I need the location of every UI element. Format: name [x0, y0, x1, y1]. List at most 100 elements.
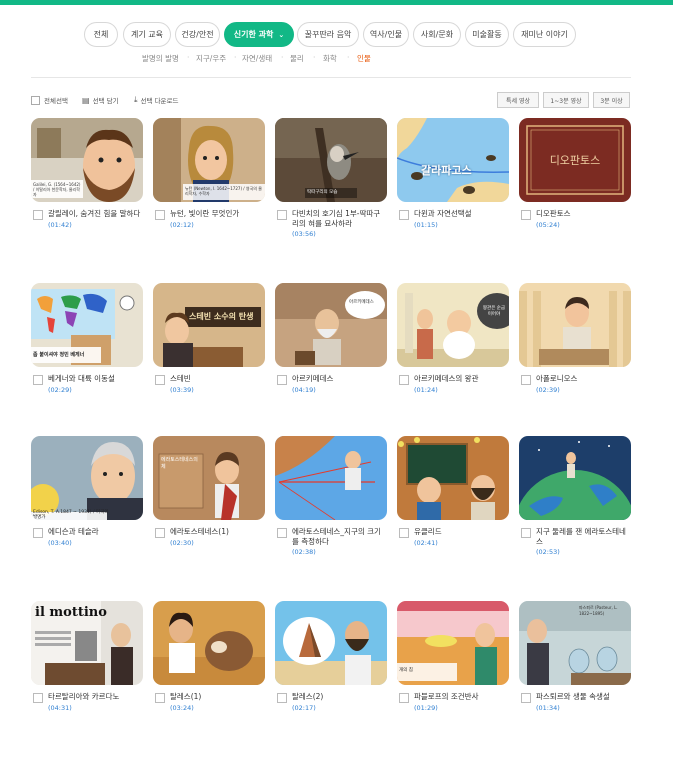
video-checkbox[interactable] [277, 210, 287, 220]
video-card[interactable]: 에라토스테네스_지구의 크기를 측정하다 (02:38) [275, 436, 387, 556]
video-checkbox[interactable] [33, 693, 43, 703]
subcategory-link[interactable]: 물리 [290, 53, 304, 64]
video-thumbnail[interactable]: 파스퇴르 (Pasteur, L. 1822~1895) [519, 601, 631, 685]
category-tab[interactable]: 재미난 이야기 [513, 22, 576, 47]
video-checkbox[interactable] [277, 375, 287, 385]
category-tab[interactable]: 꿀꾸딴라 음악 [297, 22, 359, 47]
video-card[interactable]: Galilei, G. (1564~1642) / 이탈리아 천문학자, 물리학… [31, 118, 143, 229]
filter-button[interactable]: 특세 영상 [497, 92, 539, 108]
video-title[interactable]: 에라토스테네스(1) [170, 527, 229, 537]
video-thumbnail[interactable]: 좀 붙이셔야 정민 베게너 [31, 283, 143, 367]
video-thumbnail[interactable]: 개의 침 [397, 601, 509, 685]
video-checkbox[interactable] [399, 375, 409, 385]
category-tab-active[interactable]: 신기한 과학 ⌄ [224, 22, 294, 47]
save-selected-button[interactable]: ▤ 선택 담기 [82, 94, 119, 106]
video-title[interactable]: 아폴로니오스 [536, 374, 577, 384]
video-thumbnail[interactable]: 에라토스테네스의 체 [153, 436, 265, 520]
video-checkbox[interactable] [521, 375, 531, 385]
video-thumbnail[interactable]: 디오판토스 [519, 118, 631, 202]
category-tab[interactable]: 전체 [84, 22, 118, 47]
video-title[interactable]: 타르탈리아와 카르다노 [48, 692, 119, 702]
video-title[interactable]: 아르키메데스의 왕관 [414, 374, 478, 384]
subcategory-link-active[interactable]: 인물 [357, 53, 371, 64]
select-all-control[interactable]: 전체선택 [31, 94, 68, 106]
video-card[interactable]: 스테빈 소수의 탄생 스테빈 (03:39) [153, 283, 265, 394]
category-tab[interactable]: 사회/문화 [413, 22, 461, 47]
download-selected-button[interactable]: ⤓ 선택 다운로드 [134, 94, 179, 106]
subcategory-link[interactable]: 지구/우주 [196, 53, 226, 64]
video-checkbox[interactable] [521, 528, 531, 538]
video-thumbnail[interactable]: 딱따구리의 모습 [275, 118, 387, 202]
video-card[interactable]: 아폴로니오스 (02:39) [519, 283, 631, 394]
video-title[interactable]: 다빈치의 호기심 1부-딱따구리의 혀를 묘사하라 [292, 209, 387, 229]
video-thumbnail[interactable]: 뉴턴 (Newton, I. 1642~1727) / 영국의 물리학자, 수학… [153, 118, 265, 202]
video-thumbnail[interactable]: 아르키메데스 [275, 283, 387, 367]
video-card[interactable]: 디오판토스 디오판토스 (05:24) [519, 118, 631, 229]
video-checkbox[interactable] [277, 693, 287, 703]
category-tab[interactable]: 건강/안전 [175, 22, 220, 47]
video-title[interactable]: 탈레스(1) [170, 692, 201, 702]
video-thumbnail[interactable]: 왕관은 순금이어야 [397, 283, 509, 367]
subcategory-link[interactable]: 화학 [323, 53, 337, 64]
filter-button[interactable]: 3분 이상 [593, 92, 630, 108]
category-tab[interactable]: 미술활동 [465, 22, 509, 47]
video-title[interactable]: 아르키메데스 [292, 374, 333, 384]
video-checkbox[interactable] [155, 528, 165, 538]
subcategory-link[interactable]: 발명의 발명 [142, 53, 179, 64]
subcategory-link[interactable]: 자연/생태 [242, 53, 272, 64]
video-checkbox[interactable] [155, 375, 165, 385]
video-checkbox[interactable] [399, 210, 409, 220]
video-thumbnail[interactable]: Edison, T. A.1847 ~ 1931) / 미국의 발명가 [31, 436, 143, 520]
video-card[interactable]: 좀 붙이셔야 정민 베게너 베게너와 대륙 이동설 (02:29) [31, 283, 143, 394]
video-thumbnail[interactable]: 갈라파고스 [397, 118, 509, 202]
video-card[interactable]: 지구 둘레를 잰 에라토스테네스 (02:53) [519, 436, 631, 556]
video-card[interactable]: 딱따구리의 모습 다빈치의 호기심 1부-딱따구리의 혀를 묘사하라 (03:5… [275, 118, 387, 238]
video-title[interactable]: 에라토스테네스_지구의 크기를 측정하다 [292, 527, 387, 547]
video-checkbox[interactable] [399, 528, 409, 538]
video-card[interactable]: 아르키메데스 아르키메데스 (04:19) [275, 283, 387, 394]
video-thumbnail[interactable] [275, 436, 387, 520]
video-thumbnail[interactable] [275, 601, 387, 685]
video-title[interactable]: 다윈과 자연선택설 [414, 209, 472, 219]
video-thumbnail[interactable]: Galilei, G. (1564~1642) / 이탈리아 천문학자, 물리학… [31, 118, 143, 202]
video-card[interactable]: 갈라파고스 다윈과 자연선택설 (01:15) [397, 118, 509, 229]
video-card[interactable]: 에라토스테네스의 체 에라토스테네스(1) (02:30) [153, 436, 265, 547]
video-checkbox[interactable] [521, 210, 531, 220]
category-tab[interactable]: 역사/인물 [363, 22, 409, 47]
video-title[interactable]: 유클리드 [414, 527, 442, 537]
video-card[interactable]: 탈레스(1) (03:24) [153, 601, 265, 712]
filter-button[interactable]: 1~3분 영상 [543, 92, 589, 108]
video-checkbox[interactable] [155, 693, 165, 703]
video-title[interactable]: 파블로프의 조건반사 [414, 692, 478, 702]
video-title[interactable]: 베게너와 대륙 이동설 [48, 374, 115, 384]
video-title[interactable]: 에디슨과 테슬라 [48, 527, 99, 537]
video-card[interactable]: 뉴턴 (Newton, I. 1642~1727) / 영국의 물리학자, 수학… [153, 118, 265, 229]
video-title[interactable]: 지구 둘레를 잰 에라토스테네스 [536, 527, 631, 547]
video-checkbox[interactable] [33, 528, 43, 538]
video-title[interactable]: 갈릴레이, 숨겨진 힘을 말하다 [48, 209, 140, 219]
video-title[interactable]: 디오판토스 [536, 209, 571, 219]
category-tab[interactable]: 계기 교육 [123, 22, 171, 47]
video-card[interactable]: il mottino 타르탈리아와 카르다노 (04:31) [31, 601, 143, 712]
video-card[interactable]: 왕관은 순금이어야 아르키메데스의 왕관 (01:24) [397, 283, 509, 394]
video-thumbnail[interactable] [519, 283, 631, 367]
video-title[interactable]: 파스퇴르와 생물 속생설 [536, 692, 610, 702]
video-thumbnail[interactable]: 스테빈 소수의 탄생 [153, 283, 265, 367]
video-thumbnail[interactable]: il mottino [31, 601, 143, 685]
video-checkbox[interactable] [155, 210, 165, 220]
video-title[interactable]: 탈레스(2) [292, 692, 323, 702]
video-thumbnail[interactable] [519, 436, 631, 520]
video-checkbox[interactable] [399, 693, 409, 703]
video-checkbox[interactable] [33, 375, 43, 385]
video-title[interactable]: 스테빈 [170, 374, 191, 384]
video-thumbnail[interactable] [153, 601, 265, 685]
video-card[interactable]: 개의 침 파블로프의 조건반사 (01:29) [397, 601, 509, 712]
video-checkbox[interactable] [277, 528, 287, 538]
video-card[interactable]: 유클리드 (02:41) [397, 436, 509, 547]
video-card[interactable]: 파스퇴르 (Pasteur, L. 1822~1895) 파스퇴르와 생물 속생… [519, 601, 631, 712]
video-checkbox[interactable] [33, 210, 43, 220]
video-checkbox[interactable] [521, 693, 531, 703]
video-card[interactable]: 탈레스(2) (02:17) [275, 601, 387, 712]
video-title[interactable]: 뉴턴, 빛이란 무엇인가 [170, 209, 239, 219]
video-card[interactable]: Edison, T. A.1847 ~ 1931) / 미국의 발명가 에디슨과… [31, 436, 143, 547]
